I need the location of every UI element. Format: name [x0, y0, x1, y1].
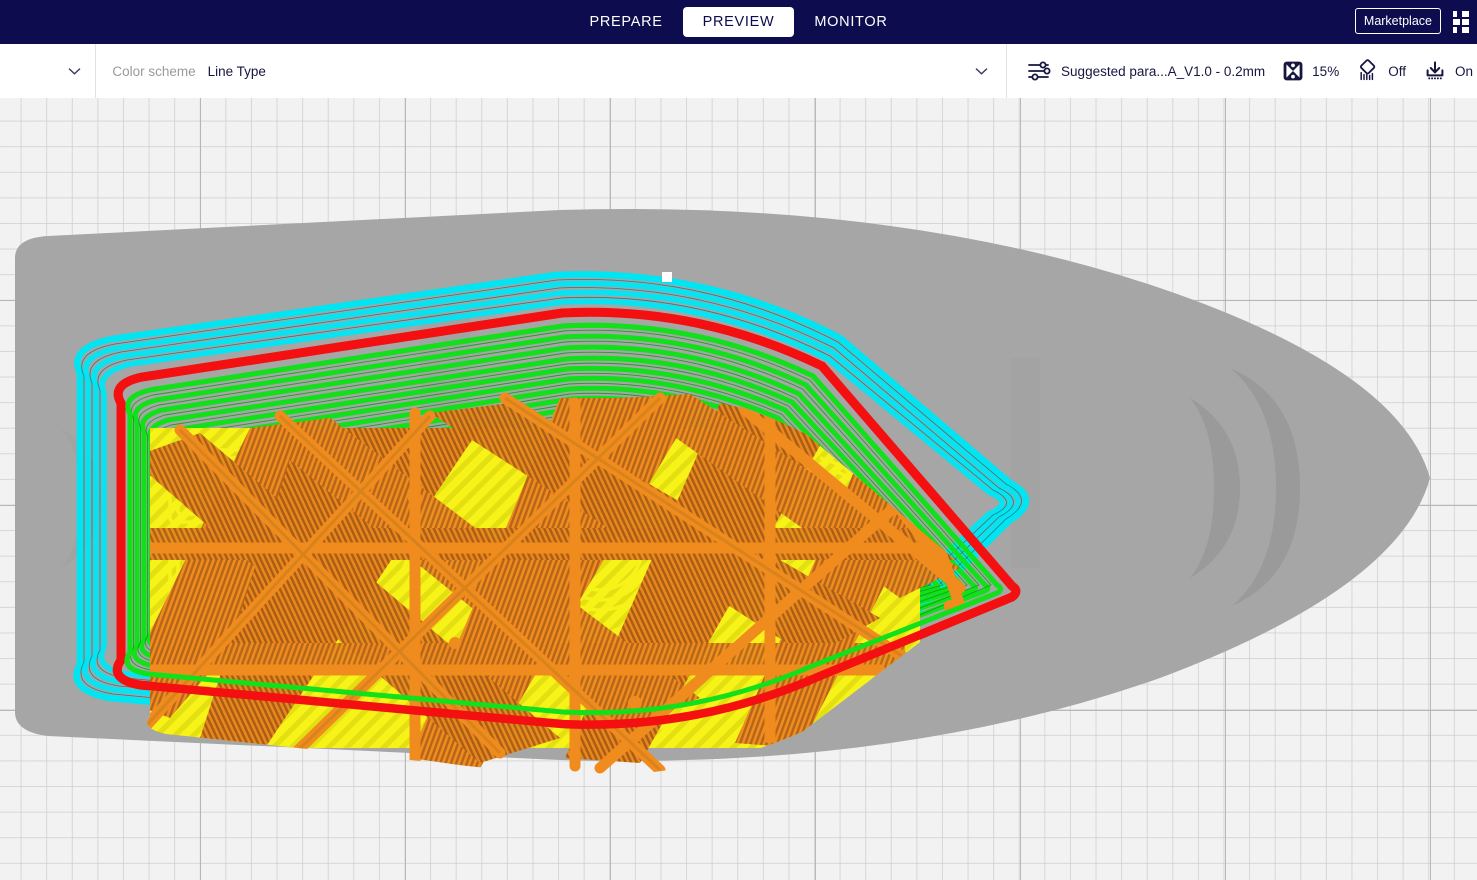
support-value: Off — [1388, 64, 1406, 79]
support-setting[interactable]: Off — [1352, 59, 1410, 83]
print-settings-sliders-icon — [1027, 60, 1053, 82]
cura-application-window: PREPARE PREVIEW MONITOR Marketplace Colo… — [0, 0, 1477, 880]
color-scheme-label: Color scheme — [112, 64, 195, 79]
nozzle-position-marker — [662, 272, 672, 282]
infill-value: 15% — [1312, 64, 1339, 79]
adhesion-setting[interactable]: On — [1419, 59, 1477, 83]
tab-preview[interactable]: PREVIEW — [683, 7, 795, 37]
chevron-down-icon — [975, 67, 988, 75]
apps-grid-icon[interactable] — [1453, 11, 1475, 33]
apps-grid-dot — [1453, 27, 1457, 33]
apps-grid-dot — [1453, 19, 1460, 25]
tab-monitor[interactable]: MONITOR — [794, 7, 907, 37]
print-profile-selector[interactable]: Suggested para...A_V1.0 - 0.2mm — [1023, 60, 1269, 82]
sliced-model-scene — [0, 98, 1477, 880]
3d-preview-viewport[interactable] — [0, 98, 1477, 880]
preview-toolbar: Color scheme Line Type — [0, 44, 1477, 99]
color-scheme-value: Line Type — [208, 64, 266, 79]
color-scheme-dropdown-caret[interactable] — [975, 44, 1006, 98]
apps-grid-dot — [1453, 11, 1457, 17]
apps-grid-dot — [1462, 27, 1469, 33]
marketplace-button[interactable]: Marketplace — [1355, 8, 1441, 34]
infill-setting[interactable]: 15% — [1278, 60, 1343, 82]
apps-grid-dot — [1462, 11, 1469, 17]
print-profile-text: Suggested para...A_V1.0 - 0.2mm — [1061, 64, 1265, 79]
print-settings-summary: Suggested para...A_V1.0 - 0.2mm 15% — [1007, 44, 1477, 98]
color-scheme-selector[interactable]: Color scheme Line Type — [95, 44, 975, 98]
support-structure-icon — [1356, 59, 1380, 83]
chevron-down-icon — [68, 67, 81, 75]
stage-tabs: PREPARE PREVIEW MONITOR — [569, 7, 907, 37]
tab-prepare[interactable]: PREPARE — [569, 7, 682, 37]
build-plate-adhesion-icon — [1423, 59, 1447, 83]
top-navigation-bar: PREPARE PREVIEW MONITOR Marketplace — [0, 0, 1477, 44]
apps-grid-dot — [1462, 19, 1469, 25]
infill-density-icon — [1282, 60, 1304, 82]
adhesion-value: On — [1455, 64, 1473, 79]
view-mode-selector[interactable] — [0, 44, 95, 98]
